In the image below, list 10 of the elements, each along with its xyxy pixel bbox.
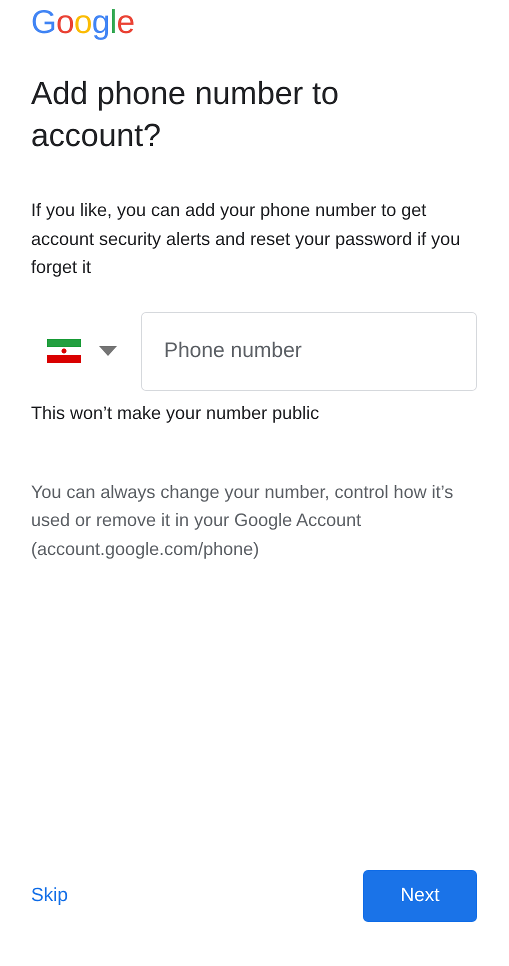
google-logo: Google: [31, 2, 134, 42]
next-button[interactable]: Next: [363, 870, 477, 922]
phone-number-field[interactable]: Phone number: [141, 312, 477, 390]
caret-icon[interactable]: [99, 346, 117, 356]
skip-link[interactable]: Skip: [31, 882, 68, 910]
intro-text: If you like, you can add your phone number to get account security alerts and reset your password if you forget it: [31, 199, 462, 279]
flag-icon[interactable]: [47, 339, 81, 363]
info-text: You can always change your number, control how it’s used or remove it in your Google Account (account.google.com/phone): [31, 480, 454, 561]
privacy-note: This won’t make your number public: [31, 402, 320, 425]
page-title: Add phone number to account?: [31, 74, 340, 155]
